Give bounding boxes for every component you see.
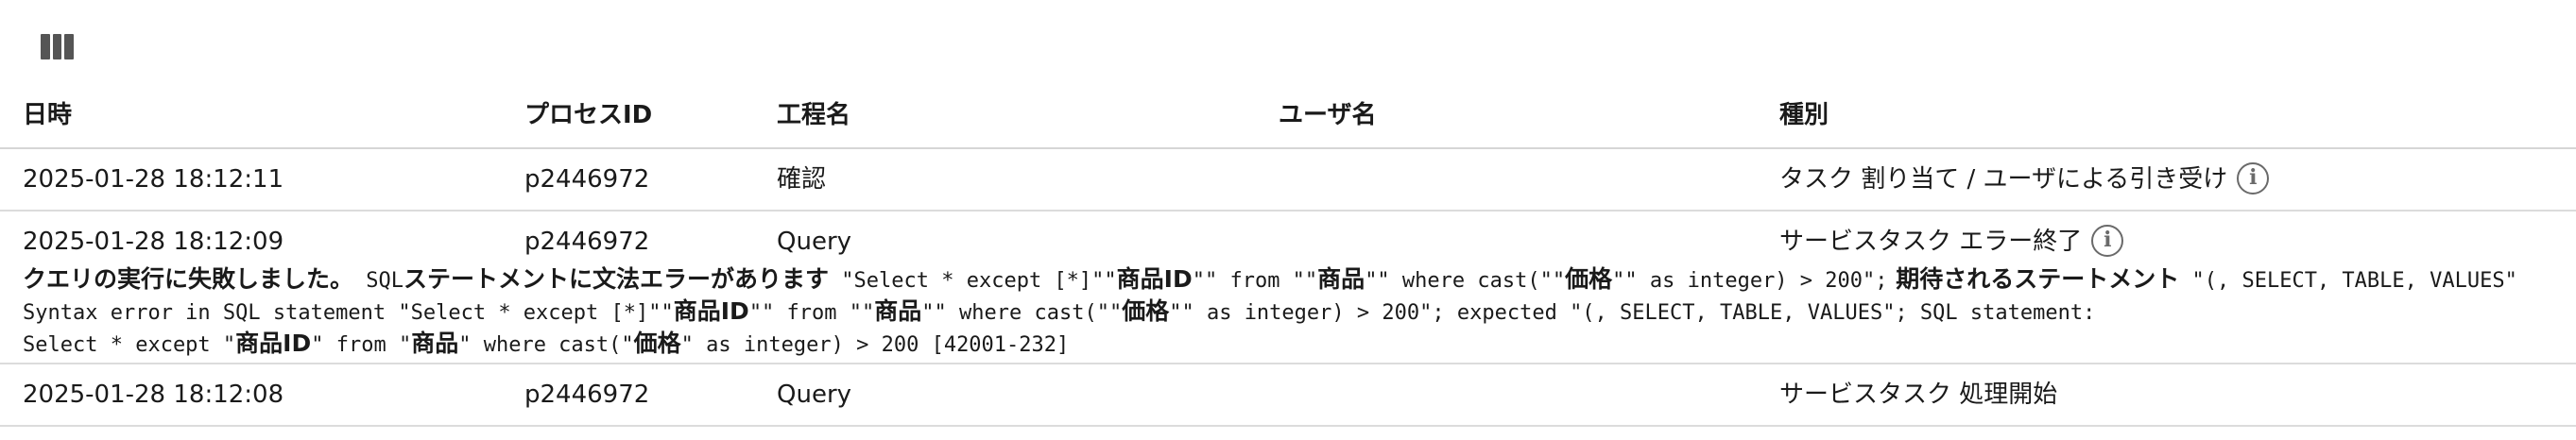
cell-datetime: 2025-01-28 18:12:09 [23,228,284,256]
error-line: クエリの実行に失敗しました。 SQLステートメントに文法エラーがあります "Se… [23,265,2517,293]
columns-icon[interactable] [41,34,75,59]
cell-kind: サービスタスク 処理開始 [1779,381,2058,409]
cell-datetime: 2025-01-28 18:12:11 [23,165,284,194]
cell-step: Query [777,381,852,409]
table-header: 日時 プロセスID 工程名 ユーザ名 種別 [0,94,2576,149]
header-datetime[interactable]: 日時 [23,96,72,134]
cell-process-id: p2446972 [524,228,650,256]
error-line: Syntax error in SQL statement "Select * … [23,297,2096,325]
table-row: 2025-01-28 18:12:11 p2446972 確認 タスク 割り当て… [0,149,2576,212]
table-row: 2025-01-28 18:12:09 p2446972 Query サービスタ… [0,212,2576,364]
header-user[interactable]: ユーザ名 [1279,96,1376,134]
info-icon[interactable]: i [2237,161,2270,195]
header-process-id[interactable]: プロセスID [524,96,652,134]
column-bar [64,34,75,59]
header-step[interactable]: 工程名 [777,96,850,134]
cell-kind: タスク 割り当て / ユーザによる引き受け i [1779,161,2270,198]
table-row: 2025-01-28 18:12:08 p2446972 Query サービスタ… [0,364,2576,427]
error-line: Select * except "商品ID" from "商品" where c… [23,330,1070,357]
cell-process-id: p2446972 [524,165,650,194]
column-bar [41,34,50,59]
kind-label: サービスタスク エラー終了 [1779,228,2083,256]
cell-process-id: p2446972 [524,381,650,409]
cell-step: 確認 [777,165,827,194]
cell-step: Query [777,228,852,256]
kind-label: タスク 割り当て / ユーザによる引き受け [1779,165,2228,194]
column-bar [52,34,62,59]
info-icon[interactable]: i [2091,224,2124,257]
cell-kind: サービスタスク エラー終了 i [1779,223,2124,261]
cell-datetime: 2025-01-28 18:12:08 [23,381,284,409]
toolbar [41,34,75,64]
header-kind[interactable]: 種別 [1779,96,1829,134]
error-message: クエリの実行に失敗しました。 SQLステートメントに文法エラーがあります "Se… [23,264,2555,361]
